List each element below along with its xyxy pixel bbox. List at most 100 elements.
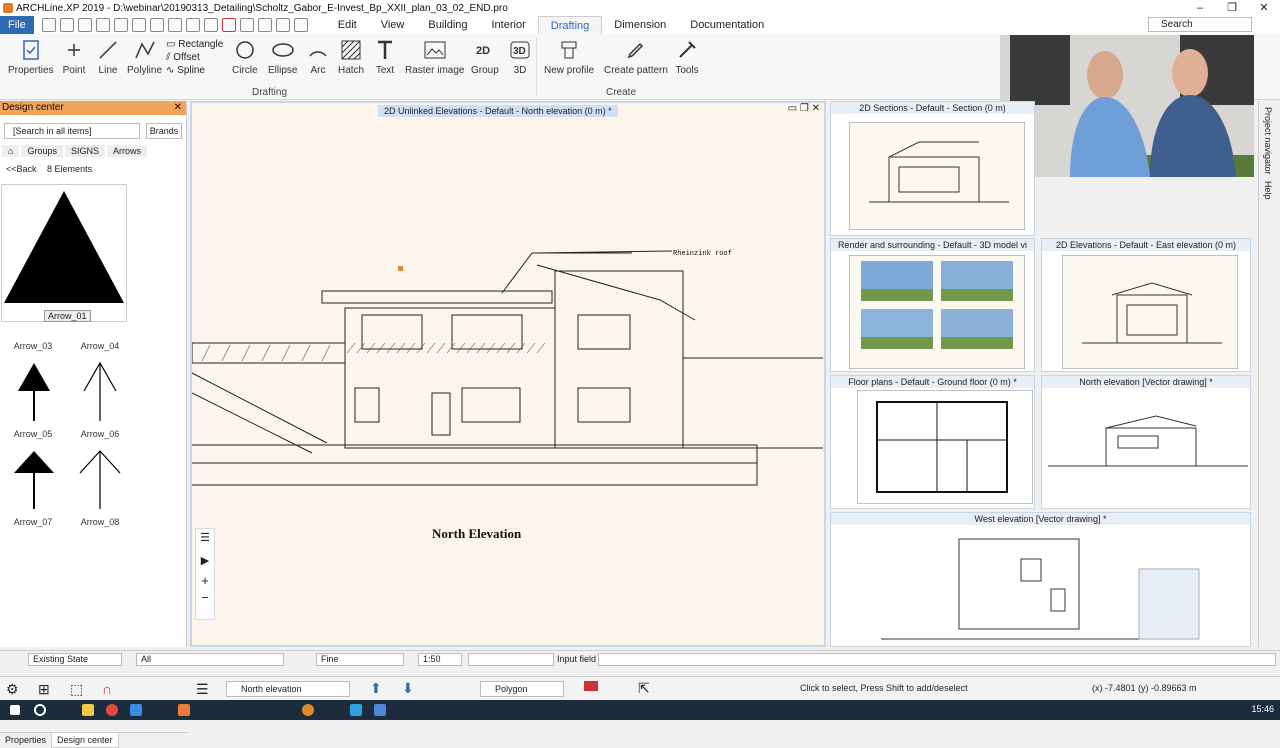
snap-icon[interactable] xyxy=(275,18,290,32)
arrow-03-icon[interactable] xyxy=(14,361,54,421)
brands-button[interactable]: Brands xyxy=(146,123,182,139)
grid-icon[interactable]: ⊞ xyxy=(38,681,50,698)
tools-button[interactable]: Tools xyxy=(675,38,699,76)
file-menu[interactable]: File xyxy=(0,16,34,34)
close-window-button[interactable]: ✕ xyxy=(1248,0,1280,16)
cut-icon[interactable] xyxy=(149,18,164,32)
tab-dimension[interactable]: Dimension xyxy=(602,16,678,35)
viewport-north-elevation[interactable]: North elevation [Vector drawing] * xyxy=(1041,375,1251,509)
help-tab[interactable]: Help xyxy=(1263,181,1273,200)
paint-icon[interactable] xyxy=(185,18,200,32)
dimension-icon[interactable] xyxy=(239,18,254,32)
project-navigator-tab[interactable]: Project navigator xyxy=(1263,107,1273,175)
main-drawing-view[interactable]: 2D Unlinked Elevations - Default - North… xyxy=(190,101,826,647)
eraser-icon[interactable] xyxy=(584,681,598,691)
minimize-button[interactable]: – xyxy=(1184,0,1216,16)
undo-icon[interactable] xyxy=(113,18,128,32)
tab-interior[interactable]: Interior xyxy=(480,16,538,35)
arrow-up-icon[interactable]: ⬆ xyxy=(370,680,382,697)
scale-select[interactable]: 1:50 xyxy=(418,653,462,666)
tab-building[interactable]: Building xyxy=(416,16,479,35)
crumb-groups[interactable]: Groups xyxy=(21,145,63,157)
chrome-icon[interactable] xyxy=(106,704,118,716)
command-input[interactable] xyxy=(598,653,1276,666)
viewport-west-elevation[interactable]: West elevation [Vector drawing] * xyxy=(830,512,1251,647)
tab-design-center[interactable]: Design center xyxy=(51,733,119,748)
text-button[interactable]: Text xyxy=(373,38,397,76)
tab-drafting[interactable]: Drafting xyxy=(537,15,603,35)
viewport-east-elevation[interactable]: 2D Elevations - Default - East elevation… xyxy=(1041,238,1251,372)
crumb-signs[interactable]: SIGNS xyxy=(64,145,105,157)
zoom-in-icon[interactable]: + xyxy=(196,573,214,588)
zoom-out-icon[interactable]: − xyxy=(196,590,214,605)
settings-icon[interactable]: ⚙ xyxy=(6,681,19,698)
value-input[interactable] xyxy=(468,653,554,666)
redo-icon[interactable] xyxy=(131,18,146,32)
selected-arrow-thumbnail[interactable]: Arrow_01 xyxy=(1,184,127,322)
play-icon[interactable]: ▶ xyxy=(196,554,214,567)
skype-icon[interactable] xyxy=(350,704,362,716)
view-select[interactable]: North elevation xyxy=(226,681,350,697)
delete-icon[interactable] xyxy=(221,18,236,32)
new-file-icon[interactable] xyxy=(41,18,56,32)
viewport-render[interactable]: Render and surrounding - Default - 3D mo… xyxy=(830,238,1035,372)
group-button[interactable]: 2D Group xyxy=(471,38,499,76)
arrow-item-label: Arrow_05 xyxy=(13,429,53,439)
create-pattern-button[interactable]: Create pattern xyxy=(604,38,668,76)
arrow-down-icon[interactable]: ⬇ xyxy=(402,680,414,697)
crumb-arrows[interactable]: Arrows xyxy=(106,145,147,157)
home-icon[interactable]: ⌂ xyxy=(2,145,20,157)
copy-icon[interactable] xyxy=(167,18,182,32)
rectangle-option[interactable]: ▭ Rectangle xyxy=(166,39,223,51)
arrow-05-icon[interactable] xyxy=(12,449,56,509)
frame-icon[interactable]: ⬚ xyxy=(70,681,83,698)
raster-image-button[interactable]: Raster image xyxy=(405,38,464,76)
arrow-04-icon[interactable] xyxy=(80,361,120,421)
tab-view[interactable]: View xyxy=(369,16,417,35)
line-button[interactable]: Line xyxy=(96,38,120,76)
panel-close-icon[interactable]: ✕ xyxy=(174,101,182,115)
line-type-select[interactable]: Fine xyxy=(316,653,404,666)
new-profile-button[interactable]: New profile xyxy=(544,38,594,76)
filter-select[interactable]: All xyxy=(136,653,284,666)
app-icon[interactable] xyxy=(130,704,142,716)
tab-edit[interactable]: Edit xyxy=(326,16,369,35)
search-input[interactable]: Search xyxy=(1148,17,1252,32)
hatch-button[interactable]: Hatch xyxy=(338,38,364,76)
arc-button[interactable]: Arc xyxy=(306,38,330,76)
save-icon[interactable] xyxy=(77,18,92,32)
list-icon[interactable]: ☰ xyxy=(196,531,214,544)
select-cursor-icon[interactable]: ⇱ xyxy=(638,680,650,697)
circle-button[interactable]: Circle xyxy=(232,38,258,76)
tab-documentation[interactable]: Documentation xyxy=(678,16,776,35)
back-link[interactable]: <<Back xyxy=(6,164,37,174)
point-button[interactable]: Point xyxy=(62,38,86,76)
search-icon[interactable] xyxy=(34,704,46,716)
archline-taskbar-icon[interactable] xyxy=(374,704,386,716)
3d-button[interactable]: 3D 3D xyxy=(508,38,532,76)
viewport-floor-plan[interactable]: Floor plans - Default - Ground floor (0 … xyxy=(830,375,1035,509)
start-icon[interactable] xyxy=(10,705,20,715)
polyline-button[interactable]: Polyline xyxy=(127,38,162,76)
spline-option[interactable]: ∿ Spline xyxy=(166,65,223,77)
magnet-icon[interactable]: ∩ xyxy=(102,681,112,697)
tab-properties[interactable]: Properties xyxy=(0,733,51,748)
properties-button[interactable]: Properties xyxy=(8,38,54,76)
arrow-06-icon[interactable] xyxy=(78,449,122,509)
ellipse-button[interactable]: Ellipse xyxy=(268,38,297,76)
print-icon[interactable] xyxy=(95,18,110,32)
firefox-icon[interactable] xyxy=(302,704,314,716)
layer-select[interactable]: Existing State xyxy=(28,653,122,666)
design-center-search-input[interactable]: [Search in all items] xyxy=(4,123,140,139)
polygon-select[interactable]: Polygon xyxy=(480,681,564,697)
explorer-icon[interactable] xyxy=(82,704,94,716)
app-icon[interactable] xyxy=(178,704,190,716)
line-tool-icon[interactable] xyxy=(293,18,308,32)
offset-option[interactable]: ⫽ Offset xyxy=(166,52,223,64)
layers-icon[interactable]: ☰ xyxy=(196,681,209,698)
maximize-button[interactable]: ❐ xyxy=(1216,0,1248,16)
measure-icon[interactable] xyxy=(257,18,272,32)
viewport-section[interactable]: 2D Sections - Default - Section (0 m) xyxy=(830,101,1035,236)
open-file-icon[interactable] xyxy=(59,18,74,32)
pick-icon[interactable] xyxy=(203,18,218,32)
